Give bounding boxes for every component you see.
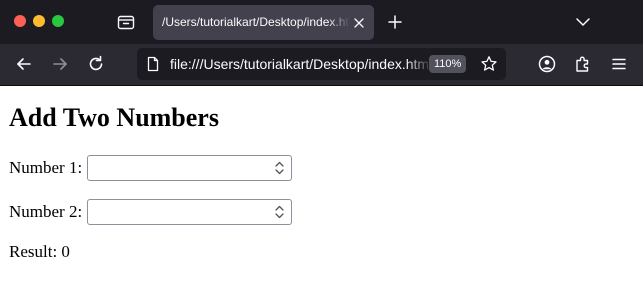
url-text[interactable]: file:///Users/tutorialkart/Desktop/index… — [170, 56, 432, 72]
close-tab-icon[interactable] — [352, 16, 366, 30]
navigation-toolbar: file:///Users/tutorialkart/Desktop/index… — [0, 44, 643, 86]
account-icon[interactable] — [537, 54, 557, 74]
menu-hamburger-icon[interactable] — [609, 54, 629, 74]
zoom-window-button[interactable] — [52, 15, 64, 27]
minimize-window-button[interactable] — [33, 15, 45, 27]
number-1-input[interactable] — [92, 157, 263, 179]
close-window-button[interactable] — [14, 15, 26, 27]
page-title: Add Two Numbers — [9, 103, 219, 132]
back-arrow-icon[interactable] — [14, 54, 34, 74]
number-2-row: Number 2: — [9, 199, 293, 225]
list-all-tabs-chevron-down-icon[interactable] — [575, 15, 591, 29]
page-content: Add Two Numbers Number 1: Number 2: Resu… — [0, 86, 643, 306]
number-2-input-box[interactable] — [87, 199, 293, 225]
address-bar[interactable]: file:///Users/tutorialkart/Desktop/index… — [137, 48, 506, 80]
page-file-icon[interactable] — [146, 56, 160, 72]
result-row: Result: 0 — [9, 242, 70, 262]
new-tab-icon[interactable] — [387, 14, 403, 30]
result-value: 0 — [61, 242, 70, 261]
forward-arrow-icon[interactable] — [50, 54, 70, 74]
zoom-level-badge[interactable]: 110% — [429, 55, 467, 73]
number-1-row: Number 1: — [9, 155, 293, 181]
number-2-spinner-icon[interactable] — [272, 203, 287, 221]
number-1-input-box[interactable] — [87, 155, 293, 181]
tab-strip: /Users/tutorialkart/Desktop/index.html — [0, 0, 643, 44]
extensions-puzzle-icon[interactable] — [573, 54, 593, 74]
browser-window: /Users/tutorialkart/Desktop/index.html f… — [0, 0, 643, 306]
result-label: Result: — [9, 242, 58, 261]
number-2-label: Number 2: — [9, 202, 83, 221]
number-1-spinner-icon[interactable] — [272, 159, 287, 177]
reload-icon[interactable] — [86, 54, 106, 74]
tab-active[interactable]: /Users/tutorialkart/Desktop/index.html — [153, 5, 374, 40]
number-2-input[interactable] — [92, 201, 263, 223]
number-1-label: Number 1: — [9, 158, 83, 177]
view-recent-tabs-icon[interactable] — [115, 11, 137, 33]
bookmark-star-icon[interactable] — [480, 55, 498, 73]
tab-title: /Users/tutorialkart/Desktop/index.html — [162, 15, 350, 29]
